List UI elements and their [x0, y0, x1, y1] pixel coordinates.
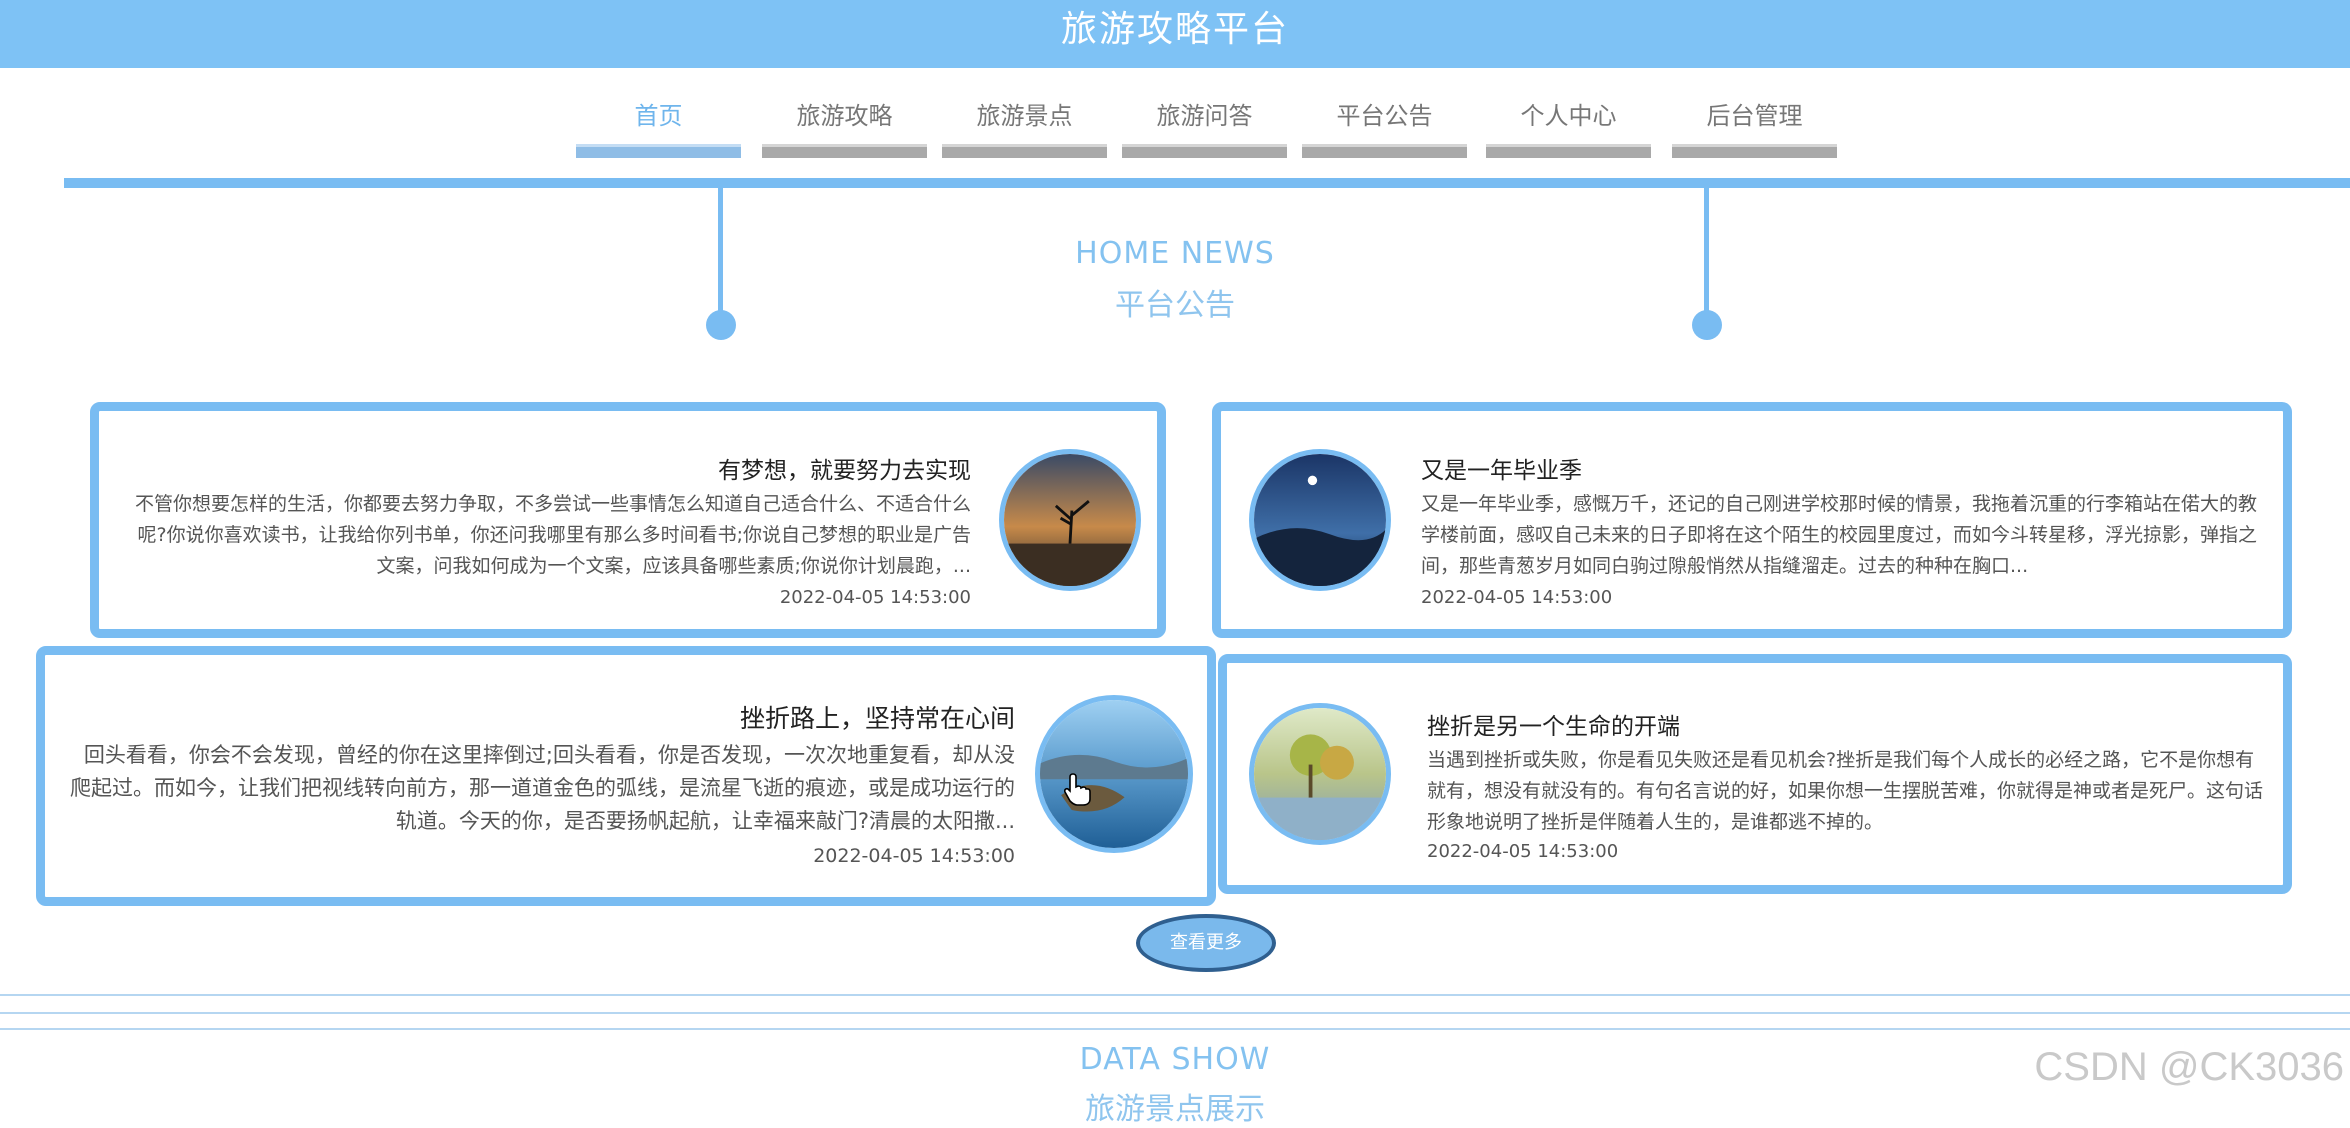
news-card-text: 回头看看，你会不会发现，曾经的你在这里摔倒过;回头看看，你是否发现，一次次地重复…	[70, 743, 1015, 833]
nav-item-bar	[1486, 144, 1651, 158]
news-card-text: 又是一年毕业季，感慨万千，还记的自己刚进学校那时候的情景，我拖着沉重的行李箱站在…	[1421, 493, 2258, 577]
nav-item-label: 平台公告	[1336, 102, 1433, 130]
news-card[interactable]: 挫折路上，坚持常在心间 回头看看，你会不会发现，曾经的你在这里摔倒过;回头看看，…	[36, 646, 1216, 906]
news-card-thumbnail	[1249, 449, 1391, 591]
news-card-thumbnail	[1035, 695, 1193, 853]
section-divider	[64, 178, 2350, 188]
news-card-thumbnail	[1249, 703, 1391, 845]
nav-item-label: 旅游问答	[1156, 102, 1253, 130]
news-card-date: 2022-04-05 14:53:00	[779, 587, 971, 608]
news-section-title-en: HOME NEWS	[1075, 236, 1275, 271]
news-card-date: 2022-04-05 14:53:00	[813, 845, 1015, 867]
news-card-thumbnail	[999, 449, 1141, 591]
nav-item-attractions[interactable]: 旅游景点	[942, 96, 1107, 164]
news-section-title-cn: 平台公告	[1115, 288, 1235, 323]
hand-cursor-icon	[1063, 772, 1092, 810]
site-title: 旅游攻略平台	[1060, 9, 1289, 50]
nav-item-home[interactable]: 首页	[576, 96, 741, 164]
footer-divider-middle	[0, 1012, 2350, 1014]
watermark: CSDN @CK3036	[2034, 1045, 2344, 1089]
news-card-text: 当遇到挫折或失败，你是看见失败还是看见机会?挫折是我们每个人成长的必经之路，它不…	[1427, 749, 2263, 833]
news-card-date: 2022-04-05 14:53:00	[1421, 587, 1613, 608]
nav-item-label: 首页	[634, 102, 683, 130]
nav-item-profile[interactable]: 个人中心	[1486, 96, 1651, 164]
news-card-text: 不管你想要怎样的生活，你都要去努力争取，不多尝试一些事情怎么知道自己适合什么、不…	[134, 493, 971, 577]
nav-item-bar	[1122, 144, 1287, 158]
nav-item-admin[interactable]: 后台管理	[1672, 96, 1837, 164]
news-card-title: 又是一年毕业季	[1421, 458, 1582, 484]
nav-item-label: 旅游攻略	[796, 102, 893, 130]
view-more-button[interactable]: 查看更多	[1136, 914, 1276, 972]
nav-item-qa[interactable]: 旅游问答	[1122, 96, 1287, 164]
nav-item-label: 后台管理	[1706, 102, 1803, 130]
news-card-title: 有梦想，就要努力去实现	[718, 458, 971, 484]
data-show-title-cn: 旅游景点展示	[1085, 1092, 1265, 1127]
nav-item-bar	[576, 144, 741, 158]
news-card[interactable]: 挫折是另一个生命的开端 当遇到挫折或失败，你是看见失败还是看见机会?挫折是我们每…	[1218, 654, 2292, 894]
nav-item-bar	[1302, 144, 1467, 158]
nav-item-announcements[interactable]: 平台公告	[1302, 96, 1467, 164]
nav-item-travel-guides[interactable]: 旅游攻略	[762, 96, 927, 164]
footer-divider-bottom	[0, 1028, 2350, 1030]
news-card-date: 2022-04-05 14:53:00	[1427, 841, 1619, 862]
news-card[interactable]: 又是一年毕业季 又是一年毕业季，感慨万千，还记的自己刚进学校那时候的情景，我拖着…	[1212, 402, 2292, 638]
nav-item-label: 旅游景点	[976, 102, 1073, 130]
nav-item-label: 个人中心	[1520, 102, 1617, 130]
main-nav: 首页 旅游攻略 旅游景点 旅游问答 平台公告 个人中心 后台管理	[0, 96, 2350, 164]
nav-item-bar	[942, 144, 1107, 158]
footer-divider-top	[0, 994, 2350, 996]
nav-item-bar	[1672, 144, 1837, 158]
data-show-title-en: DATA SHOW	[1079, 1042, 1271, 1077]
news-card[interactable]: 有梦想，就要努力去实现 不管你想要怎样的生活，你都要去努力争取，不多尝试一些事情…	[90, 402, 1166, 638]
news-card-title: 挫折是另一个生命的开端	[1427, 714, 1680, 740]
news-card-title: 挫折路上，坚持常在心间	[739, 704, 1015, 733]
nav-item-bar	[762, 144, 927, 158]
